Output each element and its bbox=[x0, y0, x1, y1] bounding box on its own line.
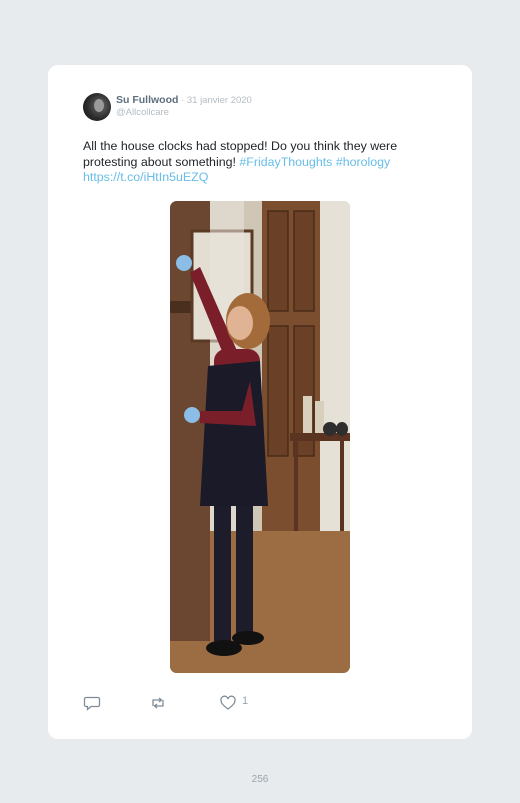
like-count: 1 bbox=[242, 695, 249, 707]
tweet-link[interactable]: https://t.co/iHtIn5uEZQ bbox=[83, 170, 208, 184]
user-line: Su Fullwood · 31 janvier 2020 bbox=[116, 94, 252, 106]
user-handle[interactable]: @Allcollcare bbox=[116, 107, 169, 118]
date-separator: · bbox=[178, 95, 187, 106]
tweet-photo[interactable] bbox=[170, 201, 350, 673]
retweet-button[interactable] bbox=[149, 694, 167, 712]
user-name[interactable]: Su Fullwood bbox=[116, 94, 178, 106]
reply-icon bbox=[83, 696, 101, 711]
page-number: 256 bbox=[251, 774, 269, 785]
hashtag-fridaythoughts[interactable]: #FridayThoughts bbox=[239, 155, 332, 169]
avatar-face bbox=[94, 99, 104, 112]
tweet-date[interactable]: 31 janvier 2020 bbox=[187, 95, 252, 106]
like-icon bbox=[220, 695, 236, 710]
tweet-text: All the house clocks had stopped! Do you… bbox=[83, 139, 443, 186]
hashtag-horology[interactable]: #horology bbox=[336, 155, 390, 169]
like-button[interactable] bbox=[219, 694, 237, 712]
tweet-actions: 1 bbox=[83, 694, 283, 712]
reply-button[interactable] bbox=[83, 694, 101, 712]
retweet-icon bbox=[152, 697, 164, 709]
tweet-card: Su Fullwood · 31 janvier 2020 @Allcollca… bbox=[48, 65, 472, 739]
photo-illustration bbox=[170, 201, 350, 673]
avatar[interactable] bbox=[83, 93, 111, 121]
